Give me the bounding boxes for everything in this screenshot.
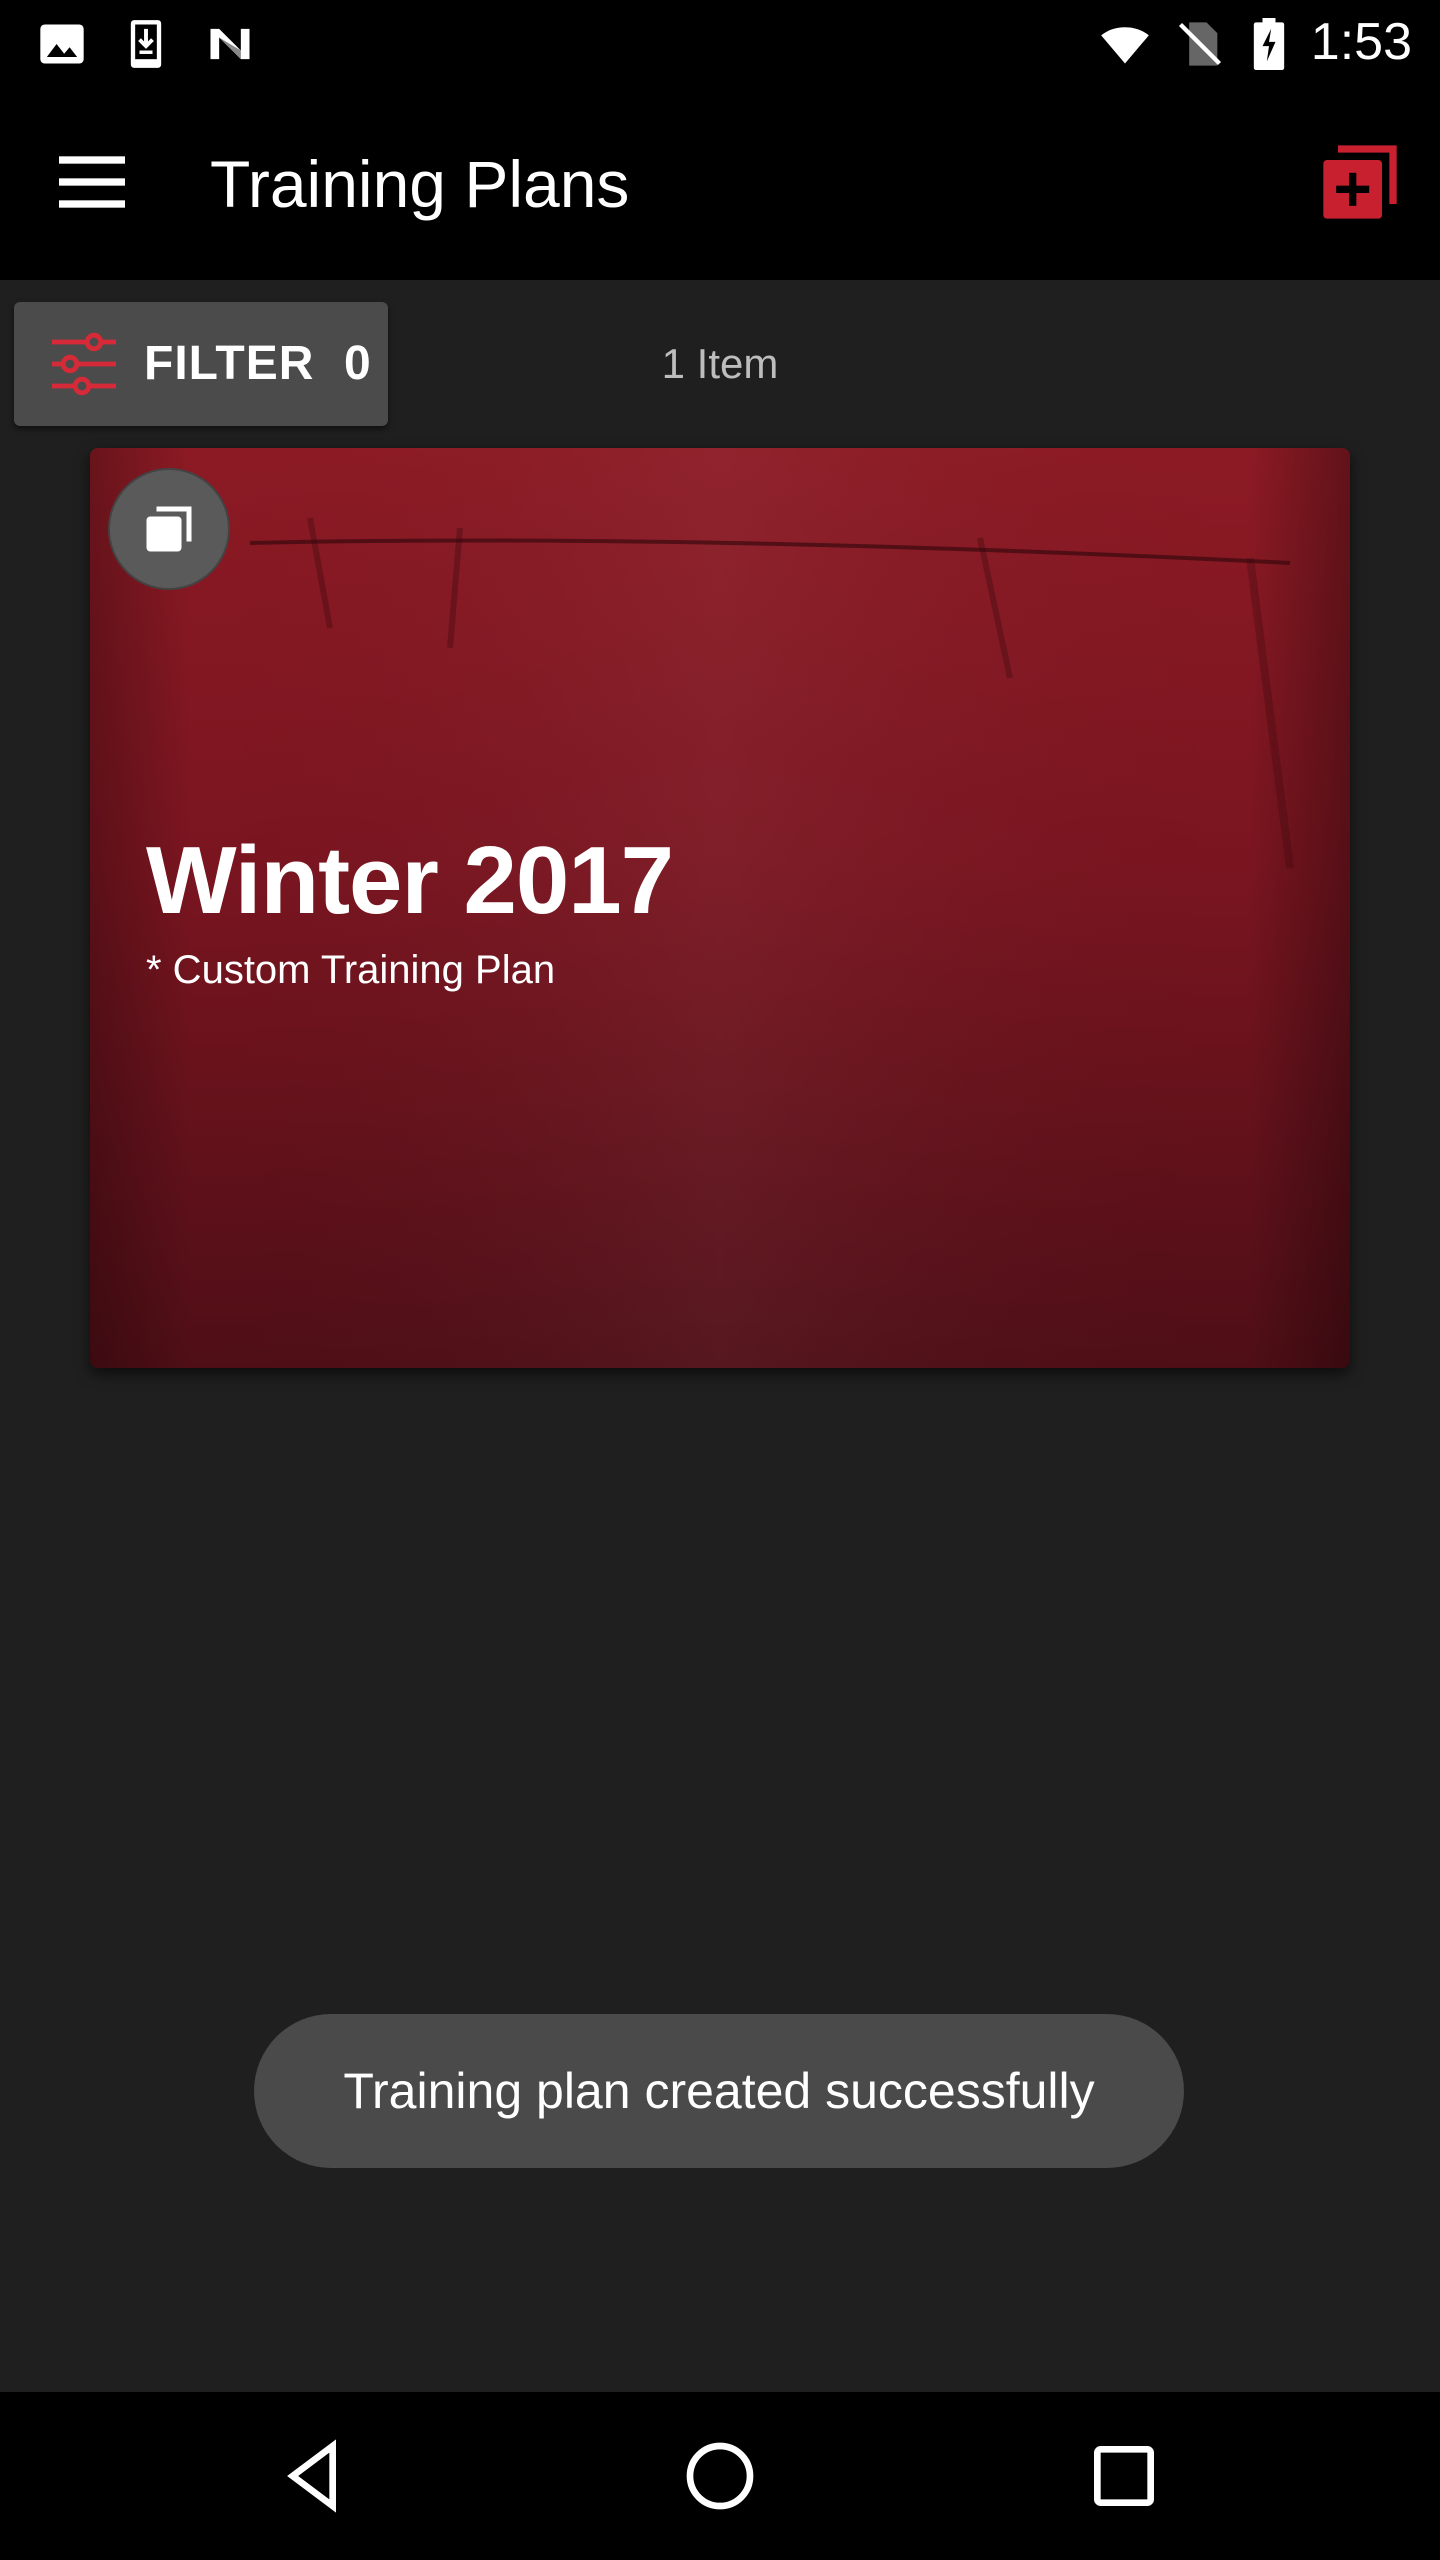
sliders-icon (50, 332, 118, 396)
add-plan-button[interactable] (1316, 138, 1404, 226)
add-collection-icon (1323, 145, 1397, 219)
home-button[interactable] (680, 2436, 760, 2516)
back-icon (287, 2439, 336, 2513)
training-plans-screen: 1:53 Training Plans FILTER 0 1 Item Wint… (0, 0, 1440, 2560)
item-count: 1 Item (661, 340, 779, 387)
download-icon (120, 18, 172, 70)
page-title: Training Plans (210, 147, 630, 221)
filter-button[interactable]: FILTER 0 (14, 302, 388, 426)
recents-icon (1094, 2446, 1154, 2506)
recents-button[interactable] (1084, 2436, 1164, 2516)
n-logo-icon (204, 18, 256, 70)
filter-count: 0 (344, 337, 371, 390)
toast-message: Training plan created successfully (343, 2063, 1095, 2119)
plan-card[interactable]: Winter 2017 * Custom Training Plan (90, 448, 1350, 1368)
navigation-bar (0, 2392, 1440, 2560)
menu-button[interactable] (48, 138, 136, 226)
filter-label: FILTER (144, 337, 315, 390)
status-bar: 1:53 (0, 0, 1440, 84)
battery-charging-icon (1246, 18, 1292, 70)
home-icon (686, 2442, 754, 2510)
toast: Training plan created successfully (254, 2014, 1184, 2168)
image-icon (36, 18, 88, 70)
wifi-icon (1094, 18, 1156, 70)
status-time: 1:53 (1310, 13, 1412, 71)
no-sim-icon (1174, 18, 1226, 70)
plan-badge (108, 468, 230, 590)
stack-icon (146, 506, 192, 552)
menu-icon (59, 156, 125, 208)
app-bar: Training Plans (0, 84, 1440, 280)
back-button[interactable] (276, 2436, 356, 2516)
plan-title: Winter 2017 (146, 827, 674, 934)
plan-subtitle: * Custom Training Plan (146, 948, 556, 992)
